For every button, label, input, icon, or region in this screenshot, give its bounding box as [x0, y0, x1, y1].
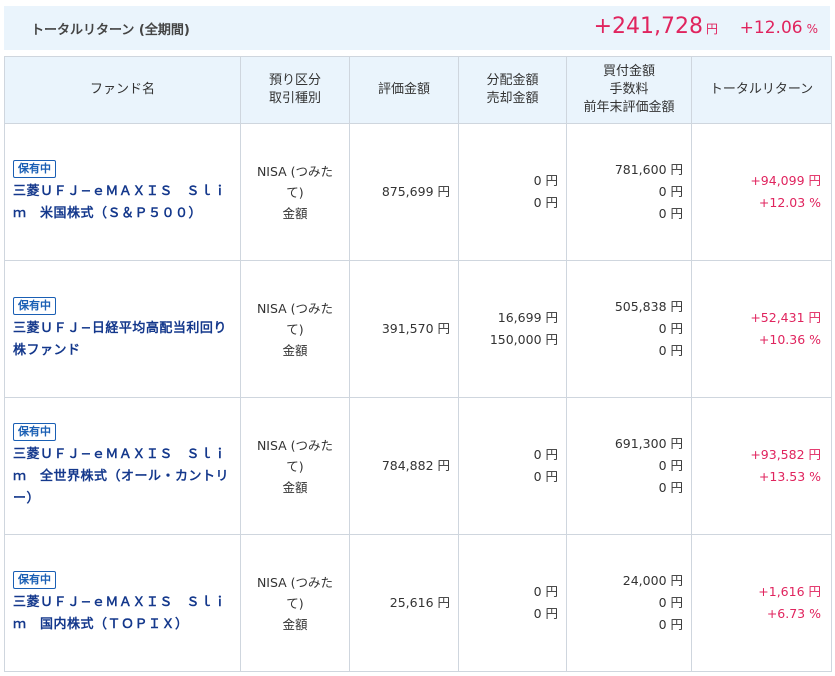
summary-percent-sign: %: [806, 22, 818, 36]
table-row: 保有中 三菱ＵＦＪ−ｅＭＡＸＩＳ Ｓｌｉｍ 全世界株式（オール・カントリー） N…: [4, 397, 832, 535]
fund-name-link[interactable]: 三菱ＵＦＪ−日経平均高配当利回り株ファンド: [13, 318, 234, 362]
header-purchase: 買付金額 手数料 前年末評価金額: [566, 56, 692, 124]
summary-amount-value: +241,728: [593, 14, 703, 39]
account-type-cell: NISA (つみたて) 金額: [240, 534, 350, 672]
purchase-cell: 24,000 円0 円0 円: [566, 534, 692, 672]
purchase-cell: 505,838 円0 円0 円: [566, 260, 692, 398]
distribution-cell: 0 円0 円: [458, 123, 567, 261]
fund-name-link[interactable]: 三菱ＵＦＪ−ｅＭＡＸＩＳ Ｓｌｉｍ 米国株式（Ｓ＆Ｐ５００）: [13, 181, 234, 225]
total-return-cell: +1,616 円 +6.73 %: [691, 534, 832, 672]
valuation-cell: 784,882 円: [349, 397, 459, 535]
account-type-cell: NISA (つみたて) 金額: [240, 123, 350, 261]
summary-percent-value: +12.06: [739, 18, 803, 38]
summary-label: トータルリターン (全期間): [31, 23, 190, 38]
purchase-cell: 781,600 円0 円0 円: [566, 123, 692, 261]
table-row: 保有中 三菱ＵＦＪ−日経平均高配当利回り株ファンド NISA (つみたて) 金額 …: [4, 260, 832, 398]
fund-name-link[interactable]: 三菱ＵＦＪ−ｅＭＡＸＩＳ Ｓｌｉｍ 全世界株式（オール・カントリー）: [13, 444, 234, 510]
purchase-cell: 691,300 円0 円0 円: [566, 397, 692, 535]
header-account-type: 預り区分 取引種別: [240, 56, 350, 124]
valuation-cell: 391,570 円: [349, 260, 459, 398]
holding-badge: 保有中: [13, 570, 56, 589]
valuation-cell: 25,616 円: [349, 534, 459, 672]
distribution-cell: 0 円0 円: [458, 534, 567, 672]
fund-name-cell: 保有中 三菱ＵＦＪ−日経平均高配当利回り株ファンド: [4, 260, 241, 398]
summary-amount-unit: 円: [705, 22, 718, 36]
table-row: 保有中 三菱ＵＦＪ−ｅＭＡＸＩＳ Ｓｌｉｍ 米国株式（Ｓ＆Ｐ５００） NISA …: [4, 123, 832, 261]
header-fund-name: ファンド名: [4, 56, 241, 124]
summary-percent: +12.06%: [740, 18, 818, 38]
fund-name-cell: 保有中 三菱ＵＦＪ−ｅＭＡＸＩＳ Ｓｌｉｍ 国内株式（ＴＯＰＩＸ）: [4, 534, 241, 672]
total-return-cell: +52,431 円 +10.36 %: [691, 260, 832, 398]
summary-amount: +241,728 円: [594, 14, 718, 39]
account-type-cell: NISA (つみたて) 金額: [240, 397, 350, 535]
fund-name-link[interactable]: 三菱ＵＦＪ−ｅＭＡＸＩＳ Ｓｌｉｍ 国内株式（ＴＯＰＩＸ）: [13, 592, 234, 636]
distribution-cell: 16,699 円 150,000 円: [458, 260, 567, 398]
fund-name-cell: 保有中 三菱ＵＦＪ−ｅＭＡＸＩＳ Ｓｌｉｍ 米国株式（Ｓ＆Ｐ５００）: [4, 123, 241, 261]
total-return-cell: +94,099 円 +12.03 %: [691, 123, 832, 261]
account-type-cell: NISA (つみたて) 金額: [240, 260, 350, 398]
table-header-row: ファンド名 預り区分 取引種別 評価金額 分配金額 売却金額 買付金額 手数料 前年末評…: [4, 56, 832, 124]
header-valuation: 評価金額: [349, 56, 459, 124]
table-row: 保有中 三菱ＵＦＪ−ｅＭＡＸＩＳ Ｓｌｉｍ 国内株式（ＴＯＰＩＸ） NISA (…: [4, 534, 832, 672]
holding-badge: 保有中: [13, 296, 56, 315]
total-return-page: トータルリターン (全期間) +241,728 円 +12.06% ファンド名 預…: [0, 0, 835, 676]
fund-name-cell: 保有中 三菱ＵＦＪ−ｅＭＡＸＩＳ Ｓｌｉｍ 全世界株式（オール・カントリー）: [4, 397, 241, 535]
holding-badge: 保有中: [13, 159, 56, 178]
holding-badge: 保有中: [13, 422, 56, 441]
total-return-cell: +93,582 円 +13.53 %: [691, 397, 832, 535]
header-total-return: トータルリターン: [691, 56, 832, 124]
distribution-cell: 0 円0 円: [458, 397, 567, 535]
total-return-summary-bar: トータルリターン (全期間) +241,728 円 +12.06%: [4, 6, 830, 50]
fund-table: ファンド名 預り区分 取引種別 評価金額 分配金額 売却金額 買付金額 手数料 前年末評…: [4, 56, 832, 672]
valuation-cell: 875,699 円: [349, 123, 459, 261]
header-distribution: 分配金額 売却金額: [458, 56, 567, 124]
